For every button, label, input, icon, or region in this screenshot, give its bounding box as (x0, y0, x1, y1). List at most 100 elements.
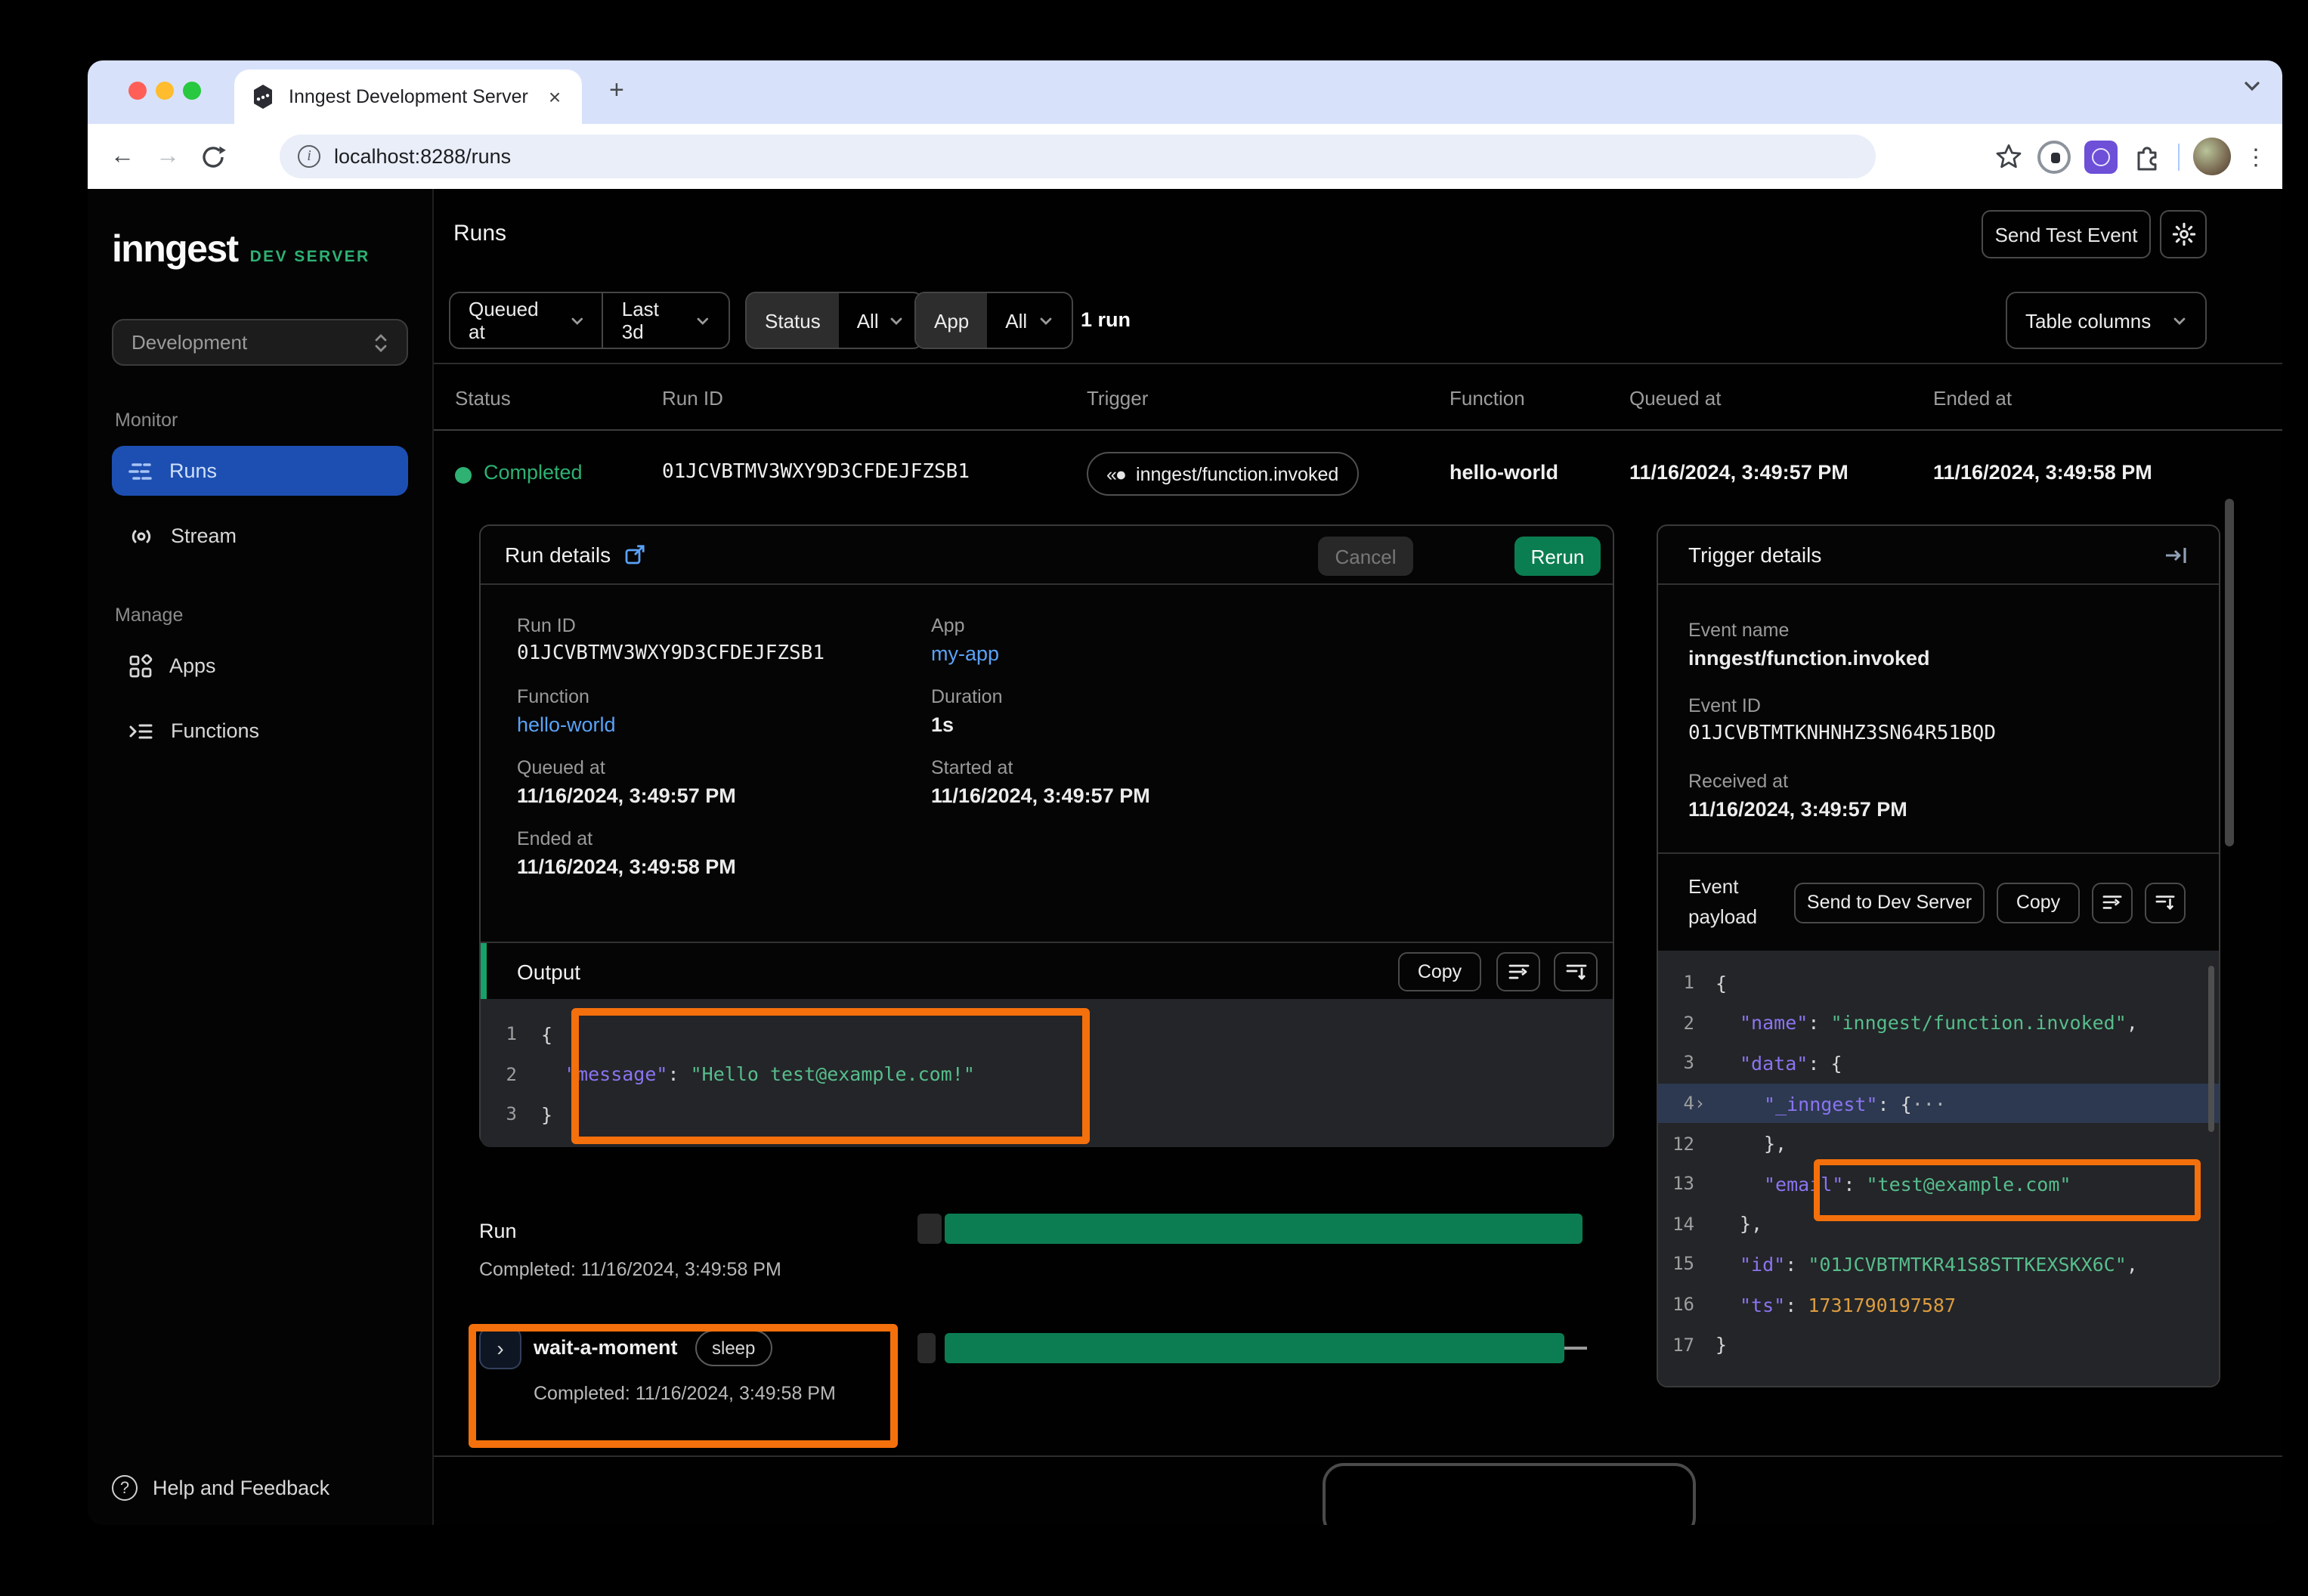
trigger-details-title: Trigger details (1688, 543, 2164, 567)
field-ended-value: 11/16/2024, 3:49:58 PM (517, 855, 931, 878)
output-accent-bar (481, 942, 487, 1000)
time-range-filter[interactable]: Last 3d (604, 293, 729, 348)
sidebar-item-stream[interactable]: Stream (112, 511, 408, 561)
browser-toolbar: ← → i localhost:8288/runs (88, 124, 2282, 189)
payload-copy-button[interactable]: Copy (1997, 882, 2080, 923)
page-scrollbar[interactable] (2225, 499, 2234, 846)
chevron-down-icon (1038, 315, 1053, 326)
output-line: 1 { (481, 1014, 1613, 1054)
close-window-button[interactable] (128, 82, 147, 100)
sidebar-item-apps[interactable]: Apps (112, 641, 408, 691)
row-queued-at: 11/16/2024, 3:49:57 PM (1629, 461, 1849, 484)
url-bar[interactable]: i localhost:8288/runs (280, 135, 1876, 178)
zoom-window-button[interactable] (183, 82, 201, 100)
external-link-icon[interactable] (624, 544, 645, 565)
field-run-id-label: Run ID (517, 615, 931, 636)
wrap-lines-icon (2102, 893, 2122, 911)
app-filter-value-text: All (1005, 309, 1027, 332)
minimize-window-button[interactable] (156, 82, 174, 100)
json-key: "message" (565, 1063, 667, 1086)
app-filter[interactable]: App All (914, 292, 1072, 349)
send-to-dev-server-button[interactable]: Send to Dev Server (1794, 882, 1985, 923)
settings-gear-button[interactable] (2160, 210, 2207, 258)
sidebar-item-runs[interactable]: Runs (112, 446, 408, 496)
help-and-feedback[interactable]: ? Help and Feedback (112, 1475, 329, 1501)
json-string: "test@example.com" (1867, 1173, 2071, 1195)
field-function-value[interactable]: hello-world (517, 713, 931, 736)
field-started: Started at 11/16/2024, 3:49:57 PM (931, 757, 1576, 807)
field-app-value[interactable]: my-app (931, 642, 1576, 665)
line-number: 14 (1658, 1214, 1709, 1235)
status-filter-value[interactable]: All (839, 293, 923, 348)
payload-wrap-lines-button[interactable] (2092, 882, 2133, 923)
chevron-down-icon (695, 315, 710, 326)
browser-menu-icon[interactable]: ⋮ (2245, 143, 2267, 170)
field-event-id-value: 01JCVBTMTKNHNHZ3SN64R51BQD (1688, 722, 2189, 745)
field-started-value: 11/16/2024, 3:49:57 PM (931, 784, 1576, 807)
extensions-puzzle-icon[interactable] (2131, 140, 2164, 173)
output-wrap-lines-button[interactable] (1496, 951, 1540, 991)
step-expand-button[interactable]: › (479, 1327, 521, 1369)
status-filter-value-text: All (857, 309, 879, 332)
app-filter-value[interactable]: All (987, 293, 1071, 348)
collapsed-ellipsis[interactable]: ··· (1912, 1092, 1946, 1115)
sidebar-item-functions[interactable]: Functions (112, 706, 408, 756)
json-colon: : (1808, 1052, 1830, 1075)
row-status: Completed (484, 461, 583, 484)
json-comma: , (2127, 1012, 2138, 1035)
sidebar-item-stream-label: Stream (171, 524, 237, 547)
rerun-button[interactable]: Rerun (1514, 537, 1601, 576)
payload-scroll-bottom-button[interactable] (2145, 882, 2186, 923)
cancel-button[interactable]: Cancel (1318, 537, 1413, 576)
environment-select[interactable]: Development (112, 319, 408, 366)
code-text: "data": { (1716, 1052, 1842, 1075)
status-filter[interactable]: Status All (745, 292, 924, 349)
json-colon: : (1785, 1253, 1808, 1276)
inngest-favicon (249, 83, 277, 110)
collapse-panel-icon[interactable] (2164, 545, 2189, 564)
reload-icon[interactable] (190, 144, 236, 169)
purple-extension-icon[interactable] (2084, 140, 2118, 173)
code-text: "id": "01JCVBTMTKR41S8STTKEXSKX6C", (1716, 1253, 2138, 1276)
back-icon[interactable]: ← (100, 143, 145, 170)
table-columns-label: Table columns (2025, 309, 2151, 332)
col-header-trigger: Trigger (1087, 387, 1148, 410)
step-duration-bar[interactable] (945, 1333, 1564, 1363)
expand-chevron-icon[interactable]: › (1694, 1093, 1716, 1114)
payload-line-collapsed[interactable]: 4 › "_inngest": {··· (1658, 1084, 2219, 1124)
bookmark-star-icon[interactable] (1994, 141, 2024, 172)
step-completed: Completed: 11/16/2024, 3:49:58 PM (534, 1383, 836, 1404)
new-tab-button[interactable]: + (609, 76, 624, 106)
profile-avatar[interactable] (2193, 138, 2231, 175)
field-queued: Queued at 11/16/2024, 3:49:57 PM (517, 757, 931, 807)
output-copy-button[interactable]: Copy (1398, 951, 1481, 991)
runs-icon (128, 460, 153, 481)
json-key: "_inngest" (1764, 1092, 1878, 1115)
field-ended: Ended at 11/16/2024, 3:49:58 PM (517, 828, 931, 878)
row-ended-at: 11/16/2024, 3:49:58 PM (1933, 461, 2152, 484)
payload-scrollbar[interactable] (2208, 966, 2214, 1132)
site-info-icon[interactable]: i (298, 145, 320, 168)
field-duration: Duration 1s (931, 686, 1576, 736)
send-test-event-button[interactable]: Send Test Event (1982, 210, 2151, 258)
browser-tab[interactable]: Inngest Development Server × (234, 70, 582, 124)
invoke-icon: «● (1106, 463, 1125, 484)
partial-bottom-button[interactable] (1323, 1463, 1696, 1525)
chevron-down-icon (889, 315, 905, 326)
field-event-id-label: Event ID (1688, 695, 2189, 716)
toolbar-right: ⋮ (1994, 124, 2267, 189)
tab-search-chevron-icon[interactable] (2243, 80, 2261, 92)
forward-icon[interactable]: → (145, 143, 190, 170)
url-text: localhost:8288/runs (334, 145, 511, 168)
trigger-pill[interactable]: «● inngest/function.invoked (1087, 452, 1358, 496)
table-header-divider (434, 429, 2282, 431)
password-manager-extension-icon[interactable] (2037, 140, 2071, 173)
trigger-details-header: Trigger details (1658, 526, 2219, 585)
close-tab-icon[interactable]: × (543, 85, 567, 109)
line-number: 1 (1658, 973, 1709, 994)
queued-at-filter[interactable]: Queued at (450, 293, 602, 348)
run-duration-bar[interactable] (945, 1214, 1582, 1244)
json-brace: { (1901, 1092, 1912, 1115)
table-columns-button[interactable]: Table columns (2006, 292, 2207, 349)
output-scroll-bottom-button[interactable] (1554, 951, 1598, 991)
